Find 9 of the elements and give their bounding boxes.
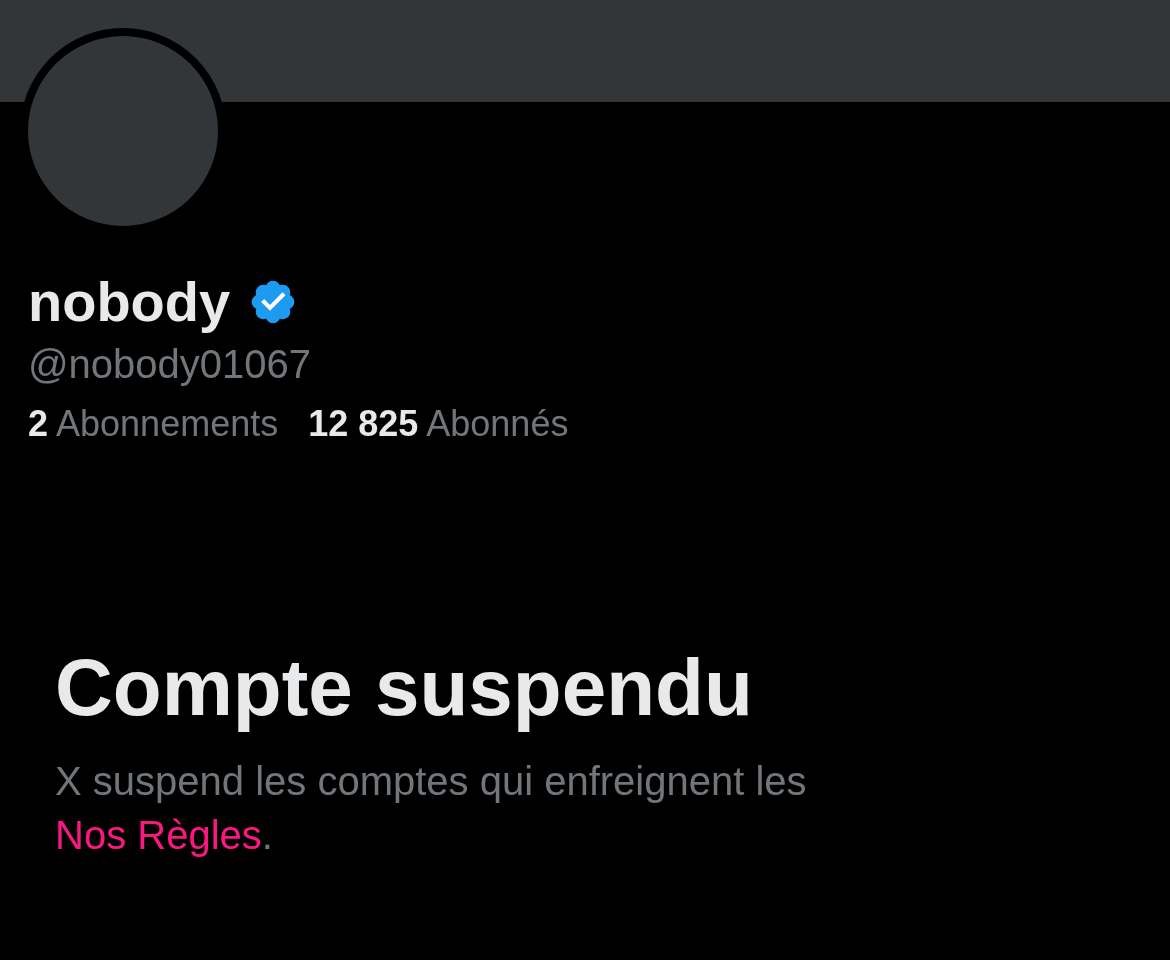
stat-label: Abonnés [426,402,569,446]
suspension-message: X suspend les comptes qui enfreignent les Nos Règles. [55,758,808,859]
stat-count: 12 825 [308,402,419,446]
rules-link[interactable]: Nos Règles [55,813,262,857]
user-handle: @nobody01067 [28,341,313,388]
stat-count: 2 [28,402,49,446]
display-name: nobody [28,270,231,334]
stat-label: Abonnements [56,402,279,446]
suspended-heading: Compte suspendu [55,642,754,734]
